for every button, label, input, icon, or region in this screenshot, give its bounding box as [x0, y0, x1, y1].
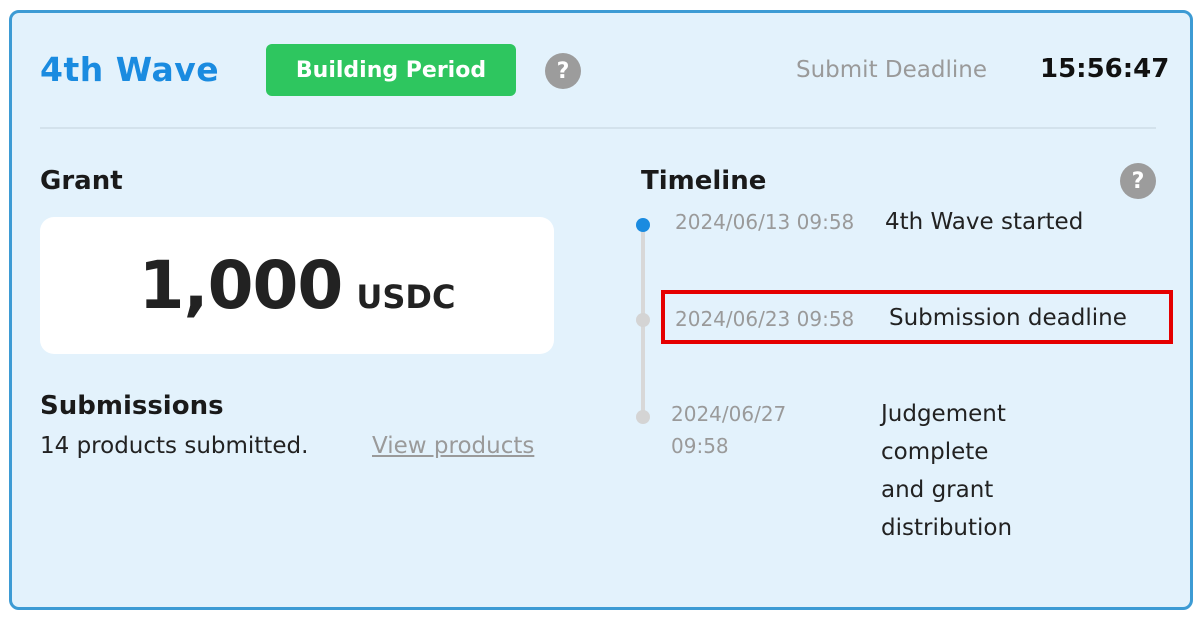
timeline-dot-active	[636, 218, 650, 232]
help-icon[interactable]: ?	[545, 53, 581, 89]
timeline-date: 2024/06/27	[671, 402, 787, 426]
timeline-title: Timeline	[641, 166, 767, 196]
grant-unit: USDC	[356, 278, 456, 316]
status-badge: Building Period	[266, 44, 516, 96]
timeline-help-icon[interactable]: ?	[1120, 163, 1156, 199]
view-products-link[interactable]: View products	[372, 431, 534, 461]
grant-title: Grant	[40, 166, 123, 196]
timeline-event: 4th Wave started	[885, 209, 1084, 235]
grant-amount-box: 1,000 USDC	[40, 217, 554, 354]
timeline-dot	[636, 313, 650, 327]
wave-title: 4th Wave	[40, 50, 220, 89]
timeline-date: 09:58	[671, 434, 729, 458]
deadline-countdown: 15:56:47	[1040, 54, 1170, 84]
deadline-label: Submit Deadline	[796, 57, 987, 83]
submissions-title: Submissions	[40, 391, 224, 421]
submissions-summary: 14 products submitted.	[40, 433, 309, 459]
timeline-event: complete	[881, 439, 989, 465]
highlight-box	[661, 290, 1173, 344]
timeline-date: 2024/06/13 09:58	[675, 210, 855, 234]
timeline-event: Judgement	[881, 401, 1006, 427]
timeline-event: distribution	[881, 515, 1013, 541]
grant-amount: 1,000	[138, 247, 344, 324]
timeline-event: and grant	[881, 477, 994, 503]
timeline-dot	[636, 410, 650, 424]
divider	[40, 127, 1156, 129]
